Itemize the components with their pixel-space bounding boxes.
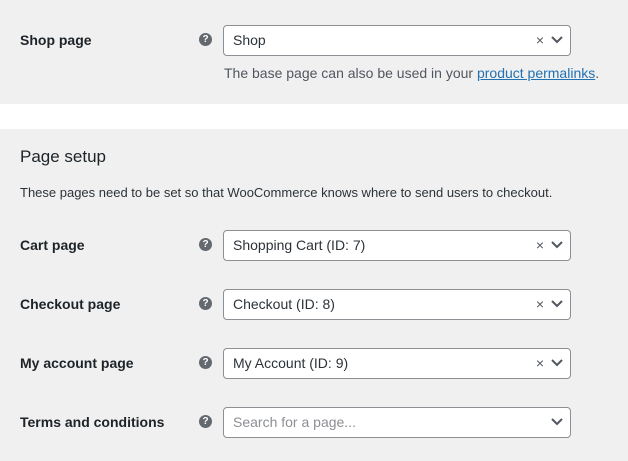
shop-page-row: Shop page ? Shop × <box>0 25 628 56</box>
product-permalinks-link[interactable]: product permalinks <box>477 65 595 81</box>
chevron-down-icon[interactable] <box>550 35 564 45</box>
cart-page-value: Shopping Cart (ID: 7) <box>233 237 366 253</box>
clear-icon[interactable]: × <box>534 32 546 48</box>
page-setup-heading: Page setup <box>20 147 107 166</box>
checkout-page-row: Checkout page ? Checkout (ID: 8) × <box>0 289 628 320</box>
chevron-down-icon[interactable] <box>550 299 564 309</box>
my-account-page-select[interactable]: My Account (ID: 9) × <box>223 348 571 379</box>
shop-page-description: The base page can also be used in your p… <box>224 65 600 81</box>
shop-page-value: Shop <box>233 32 266 48</box>
terms-page-row: Terms and conditions ? Search for a page… <box>0 407 628 438</box>
shop-page-label: Shop page <box>20 32 92 48</box>
clear-icon[interactable]: × <box>534 237 546 253</box>
section-gap <box>0 104 628 129</box>
clear-icon[interactable]: × <box>534 355 546 371</box>
cart-page-label: Cart page <box>20 237 85 253</box>
chevron-down-icon[interactable] <box>550 417 564 427</box>
help-icon[interactable]: ? <box>199 356 212 369</box>
my-account-page-value: My Account (ID: 9) <box>233 355 349 371</box>
checkout-page-value: Checkout (ID: 8) <box>233 296 335 312</box>
my-account-page-row: My account page ? My Account (ID: 9) × <box>0 348 628 379</box>
help-icon[interactable]: ? <box>199 238 212 251</box>
checkout-page-label: Checkout page <box>20 296 121 312</box>
help-icon[interactable]: ? <box>199 297 212 310</box>
my-account-page-label: My account page <box>20 355 134 371</box>
checkout-page-select[interactable]: Checkout (ID: 8) × <box>223 289 571 320</box>
terms-page-placeholder: Search for a page... <box>233 414 356 430</box>
cart-page-row: Cart page ? Shopping Cart (ID: 7) × <box>0 230 628 261</box>
help-icon[interactable]: ? <box>199 33 212 46</box>
cart-page-select[interactable]: Shopping Cart (ID: 7) × <box>223 230 571 261</box>
chevron-down-icon[interactable] <box>550 358 564 368</box>
shop-page-select[interactable]: Shop × <box>223 25 571 56</box>
page-setup-intro: These pages need to be set so that WooCo… <box>20 185 553 200</box>
clear-icon[interactable]: × <box>534 296 546 312</box>
terms-page-select[interactable]: Search for a page... <box>223 407 571 438</box>
help-icon[interactable]: ? <box>199 415 212 428</box>
terms-page-label: Terms and conditions <box>20 414 165 430</box>
chevron-down-icon[interactable] <box>550 240 564 250</box>
